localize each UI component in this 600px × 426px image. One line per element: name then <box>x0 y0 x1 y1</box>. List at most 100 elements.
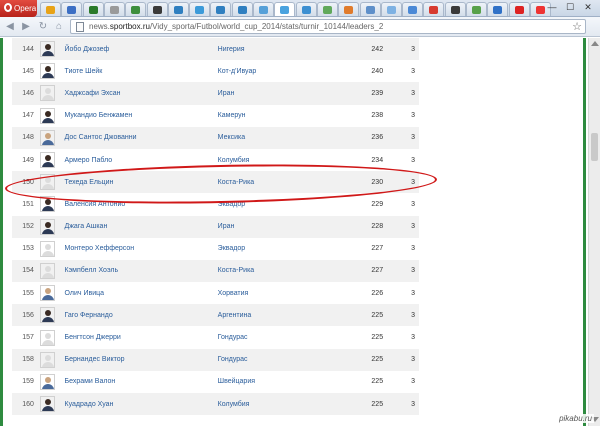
player-name-link[interactable]: Бехрами Валон <box>65 371 218 393</box>
browser-tab[interactable] <box>167 2 189 16</box>
browser-tab[interactable] <box>423 2 445 16</box>
player-avatar[interactable] <box>39 240 55 257</box>
player-name-link[interactable]: Гаго Фернандо <box>65 304 218 326</box>
browser-tab[interactable] <box>359 2 381 16</box>
country-link[interactable]: Камерун <box>218 105 330 127</box>
player-avatar[interactable] <box>39 107 55 124</box>
player-avatar[interactable] <box>39 41 55 58</box>
country-link[interactable]: Хорватия <box>218 282 330 304</box>
player-avatar[interactable] <box>39 63 55 80</box>
player-name-link[interactable]: Бенгтсон Джерри <box>65 326 218 348</box>
player-name-link[interactable]: Техеда Ельцин <box>65 171 218 193</box>
browser-tab[interactable] <box>40 2 61 16</box>
browser-tab[interactable] <box>82 2 104 16</box>
close-window-button[interactable]: ✕ <box>579 1 597 14</box>
browser-tab[interactable] <box>210 2 232 16</box>
country-link[interactable]: Мексика <box>218 127 330 149</box>
forward-arrow-icon[interactable]: ▶ <box>20 20 32 34</box>
minutes-cell: 225 <box>371 311 384 319</box>
player-avatar[interactable] <box>39 218 55 235</box>
minutes-cell: 242 <box>371 45 384 53</box>
browser-tab[interactable] <box>316 2 338 16</box>
country-link[interactable]: Иран <box>218 216 330 238</box>
rank-cell: 146 <box>22 89 34 97</box>
tab-favicon-icon <box>237 6 247 14</box>
player-avatar[interactable] <box>39 262 55 279</box>
opera-menu-button[interactable]: Opera <box>0 0 37 17</box>
player-name-link[interactable]: Бернандес Виктор <box>65 349 218 371</box>
browser-tab[interactable] <box>380 2 402 16</box>
player-name-link[interactable]: Тиоте Шейк <box>65 60 218 82</box>
browser-tab[interactable] <box>61 2 83 16</box>
player-name-link[interactable]: Олич Ивица <box>65 282 218 304</box>
player-avatar[interactable] <box>39 329 55 346</box>
scroll-up-icon[interactable] <box>591 41 599 46</box>
navigation-bar: ◀ ▶ ↻ ⌂ news.sportbox.ru/Vidy_sporta/Fut… <box>0 17 600 37</box>
country-link[interactable]: Колумбия <box>218 149 330 171</box>
minimize-button[interactable]: — <box>543 1 561 14</box>
rank-cell: 153 <box>22 245 34 253</box>
player-avatar[interactable] <box>39 373 55 390</box>
country-link[interactable]: Гондурас <box>218 326 330 348</box>
bookmark-star-icon[interactable]: ☆ <box>572 20 582 33</box>
country-link[interactable]: Гондурас <box>218 349 330 371</box>
browser-tab[interactable] <box>295 2 317 16</box>
player-avatar[interactable] <box>39 85 55 102</box>
browser-tab[interactable] <box>338 2 360 16</box>
browser-tab[interactable] <box>125 2 147 16</box>
browser-tab[interactable] <box>103 2 125 16</box>
browser-tab[interactable] <box>402 2 424 16</box>
vertical-scrollbar[interactable] <box>588 38 600 426</box>
country-link[interactable]: Швейцария <box>218 371 330 393</box>
player-name-link[interactable]: Джага Ашкан <box>65 216 218 238</box>
browser-tab-bar: Opera — ☐ ✕ <box>0 0 600 17</box>
country-link[interactable]: Эквадор <box>218 193 330 215</box>
player-name-link[interactable]: Куадрадо Хуан <box>65 393 218 415</box>
player-avatar[interactable] <box>39 285 55 302</box>
browser-tab[interactable] <box>189 2 211 16</box>
player-avatar[interactable] <box>39 351 55 368</box>
player-name-link[interactable]: Йобо Джозеф <box>65 38 218 60</box>
country-link[interactable]: Аргентина <box>218 304 330 326</box>
country-link[interactable]: Коста-Рика <box>218 260 330 282</box>
browser-tab[interactable] <box>274 2 296 16</box>
table-row: 155 Олич Ивица Хорватия 226 3 <box>12 282 419 305</box>
maximize-button[interactable]: ☐ <box>561 1 579 14</box>
player-avatar[interactable] <box>39 307 55 324</box>
minutes-cell: 225 <box>371 400 384 408</box>
country-link[interactable]: Эквадор <box>218 238 330 260</box>
country-link[interactable]: Кот-д'Ивуар <box>218 60 330 82</box>
player-avatar[interactable] <box>39 174 55 191</box>
browser-tab[interactable] <box>444 2 466 16</box>
player-name-link[interactable]: Монтеро Хефферсон <box>65 238 218 260</box>
player-name-link[interactable]: Валенсия Антонио <box>65 193 218 215</box>
country-link[interactable]: Колумбия <box>218 393 330 415</box>
player-name-link[interactable]: Дос Сантос Джованни <box>65 127 218 149</box>
player-avatar[interactable] <box>39 196 55 213</box>
browser-tab[interactable] <box>253 2 274 16</box>
rank-cell: 155 <box>22 289 34 297</box>
player-avatar[interactable] <box>39 152 55 169</box>
player-name-link[interactable]: Армеро Пабло <box>65 149 218 171</box>
back-arrow-icon[interactable]: ◀ <box>4 20 16 34</box>
scrollbar-thumb[interactable] <box>591 133 598 161</box>
country-link[interactable]: Коста-Рика <box>218 171 330 193</box>
browser-tab[interactable] <box>466 2 487 16</box>
browser-tab[interactable] <box>508 2 530 16</box>
rank-cell: 152 <box>22 223 34 231</box>
player-name-link[interactable]: Мукандио Бенжамен <box>65 105 218 127</box>
country-link[interactable]: Нигерия <box>218 38 330 60</box>
player-avatar[interactable] <box>39 396 55 413</box>
address-bar[interactable]: news.sportbox.ru/Vidy_sporta/Futbol/worl… <box>70 19 586 34</box>
reload-icon[interactable]: ↻ <box>37 20 49 34</box>
player-avatar[interactable] <box>39 129 55 146</box>
country-link[interactable]: Иран <box>218 82 330 104</box>
home-icon[interactable]: ⌂ <box>53 20 65 34</box>
browser-tab[interactable] <box>487 2 509 16</box>
player-name-link[interactable]: Хаджсафи Эхсан <box>65 82 218 104</box>
page-content: 144 Йобо Джозеф Нигерия 242 3 145 Тиоте Шейк Ко… <box>0 38 600 426</box>
player-name-link[interactable]: Кэмпбелл Хоэль <box>65 260 218 282</box>
photo-cell <box>34 127 65 149</box>
browser-tab[interactable] <box>231 2 253 16</box>
browser-tab[interactable] <box>146 2 168 16</box>
